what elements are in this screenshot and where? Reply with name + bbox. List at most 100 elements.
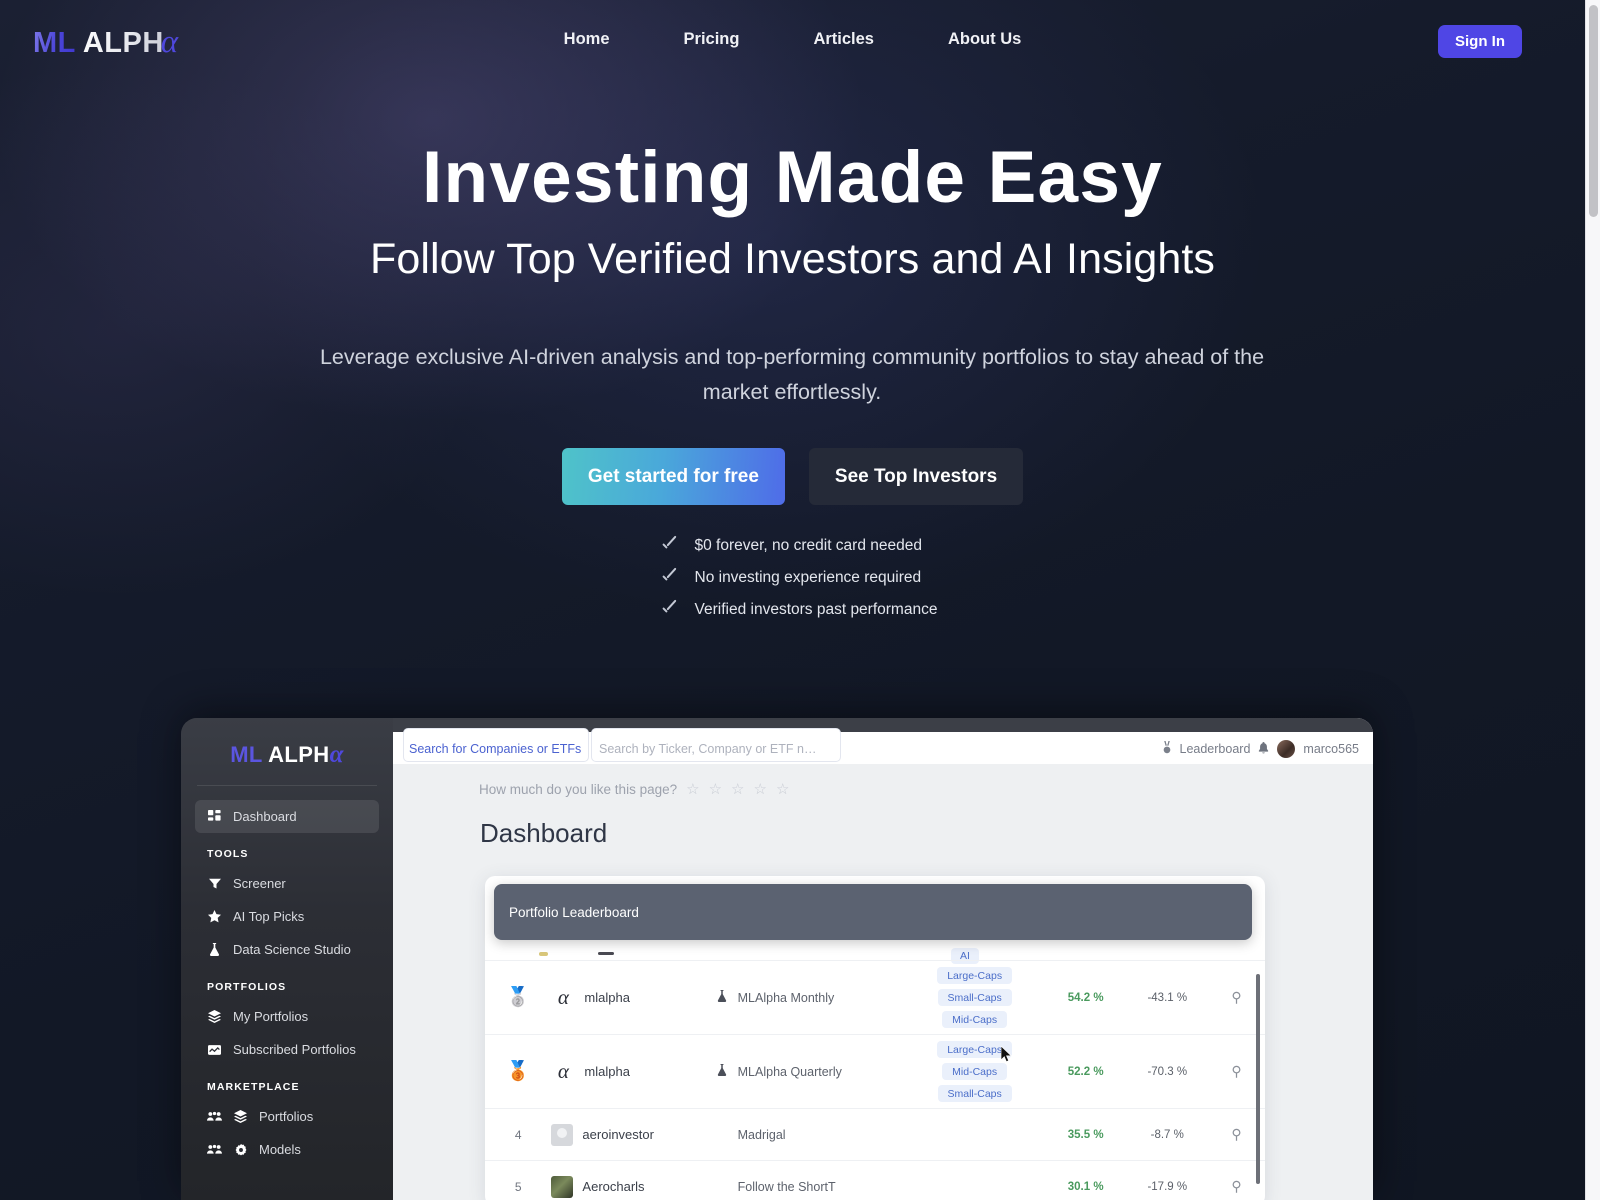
mouse-cursor bbox=[1000, 1045, 1013, 1064]
sidebar-label: Models bbox=[259, 1142, 301, 1157]
sign-in-button[interactable]: Sign In bbox=[1438, 25, 1522, 58]
sidebar-section-marketplace: MARKETPLACE bbox=[207, 1081, 300, 1093]
tag-badge: Mid-Caps bbox=[942, 1011, 1008, 1028]
rank-cell: 5 bbox=[514, 1179, 522, 1194]
leaderboard-table: AI 🥈 α mlalpha MLAlpha Monthly Large-Cap… bbox=[485, 940, 1265, 1200]
rank-cell: 4 bbox=[514, 1127, 522, 1142]
page-scrollbar[interactable] bbox=[1585, 0, 1600, 1200]
preview-sidebar: ML ALPHα Dashboard TOOLS Screener AI Top… bbox=[181, 718, 393, 1200]
tags-cell: Large-Caps Mid-Caps Small-Caps bbox=[904, 1041, 1044, 1102]
medal-icon bbox=[1162, 741, 1172, 757]
see-top-investors-button[interactable]: See Top Investors bbox=[808, 448, 1024, 505]
user-avatar[interactable] bbox=[1277, 740, 1296, 758]
table-row[interactable]: 🥉 α mlalpha MLAlpha Quarterly Large-Caps… bbox=[485, 1034, 1265, 1108]
alpha-avatar-icon: α bbox=[557, 1059, 569, 1083]
table-row[interactable]: 5 Aerocharls Follow the ShortT 30.1 % -1… bbox=[485, 1160, 1265, 1200]
rating-star[interactable]: ☆ bbox=[731, 780, 744, 798]
avatar bbox=[551, 1175, 574, 1198]
table-row[interactable]: 🥈 α mlalpha MLAlpha Monthly Large-Caps S… bbox=[485, 960, 1265, 1034]
scrollbar-thumb[interactable] bbox=[1589, 5, 1598, 217]
cta-row: Get started for free See Top Investors bbox=[0, 448, 1585, 505]
bell-icon[interactable] bbox=[1258, 741, 1269, 757]
rank-cell: 🥉 bbox=[485, 1062, 551, 1081]
rating-star[interactable]: ☆ bbox=[753, 780, 766, 798]
table-row[interactable]: 4 aeroinvestor Madrigal 35.5 % -8.7 % ⚲ bbox=[485, 1108, 1265, 1160]
feature-label: $0 forever, no credit card needed bbox=[694, 537, 922, 554]
portfolio-name: MLAlpha Monthly bbox=[737, 990, 835, 1005]
people-icon bbox=[207, 1144, 222, 1155]
preview-topbar-right: Leaderboard marco565 bbox=[1162, 740, 1359, 758]
sidebar-item-data-science-studio[interactable]: Data Science Studio bbox=[195, 933, 379, 966]
avatar bbox=[551, 1123, 574, 1146]
sidebar-item-dashboard[interactable]: Dashboard bbox=[195, 800, 379, 833]
leaderboard-link[interactable]: Leaderboard bbox=[1180, 742, 1251, 756]
preview-main: Search for Companies or ETFs Search by T… bbox=[393, 718, 1373, 1200]
search-companies-label: Search for Companies or ETFs bbox=[409, 742, 582, 756]
username: Aerocharls bbox=[582, 1179, 645, 1194]
page-rating: How much do you like this page? ☆ ☆ ☆ ☆ … bbox=[393, 780, 1373, 798]
user-cell: Aerocharls bbox=[551, 1175, 714, 1198]
sidebar-label: Data Science Studio bbox=[233, 942, 351, 957]
sidebar-label: AI Top Picks bbox=[233, 909, 305, 924]
rating-star[interactable]: ☆ bbox=[709, 780, 722, 798]
sidebar-item-ai-top-picks[interactable]: AI Top Picks bbox=[195, 900, 379, 933]
leaderboard-scrollbar[interactable] bbox=[1256, 974, 1260, 1184]
dashboard-preview: ML ALPH α Dashboard TOOLS Screener AI Top… bbox=[181, 718, 1373, 1200]
top-navigation: ML ALPHα Home Pricing Articles About Us … bbox=[0, 0, 1585, 78]
medal-bronze-icon: 🥉 bbox=[506, 1061, 531, 1082]
return-value: 35.5 % bbox=[1067, 1128, 1104, 1141]
return-value: 52.2 % bbox=[1067, 1065, 1104, 1078]
feature-label: No investing experience required bbox=[694, 569, 922, 586]
rating-star[interactable]: ☆ bbox=[686, 780, 699, 798]
feature-list: $0 forever, no credit card needed No inv… bbox=[0, 536, 1585, 620]
sidebar-item-marketplace-portfolios[interactable]: Portfolios bbox=[195, 1100, 379, 1133]
medal-silver-icon: 🥈 bbox=[506, 987, 531, 1008]
nav-link-pricing[interactable]: Pricing bbox=[647, 22, 777, 57]
rank-cell: 🥈 bbox=[485, 988, 551, 1007]
ticker-search-placeholder: Search by Ticker, Company or ETF n… bbox=[599, 742, 817, 756]
sidebar-item-my-portfolios[interactable]: My Portfolios bbox=[195, 1000, 379, 1033]
sidebar-item-marketplace-models[interactable]: Models bbox=[195, 1133, 379, 1166]
nav-link-about-us[interactable]: About Us bbox=[911, 22, 1058, 57]
flask-icon bbox=[207, 943, 222, 956]
portfolio-cell: Madrigal bbox=[715, 1128, 905, 1142]
chart-icon bbox=[207, 1044, 222, 1056]
tag-badge: Large-Caps bbox=[937, 967, 1013, 984]
portfolio-cell: Follow the ShortT bbox=[715, 1180, 905, 1194]
get-started-button[interactable]: Get started for free bbox=[561, 448, 785, 505]
sidebar-item-screener[interactable]: Screener bbox=[195, 867, 379, 900]
feature-item: $0 forever, no credit card needed bbox=[659, 536, 927, 556]
portfolio-name: Madrigal bbox=[737, 1127, 786, 1142]
sidebar-label: Portfolios bbox=[259, 1109, 314, 1124]
user-cell: α mlalpha bbox=[551, 985, 714, 1010]
layers-icon bbox=[233, 1110, 248, 1123]
star-icon bbox=[207, 910, 222, 923]
portfolio-cell: MLAlpha Monthly bbox=[715, 990, 905, 1005]
portfolio-name: MLAlpha Quarterly bbox=[737, 1064, 842, 1079]
nav-link-articles[interactable]: Articles bbox=[776, 22, 911, 57]
sidebar-label: Subscribed Portfolios bbox=[233, 1042, 356, 1057]
user-cell: aeroinvestor bbox=[551, 1123, 714, 1146]
username-label: marco565 bbox=[1303, 742, 1359, 756]
user-cell: α mlalpha bbox=[551, 1059, 714, 1084]
landing-page: ML ALPHα Home Pricing Articles About Us … bbox=[0, 0, 1600, 1200]
sidebar-item-subscribed-portfolios[interactable]: Subscribed Portfolios bbox=[195, 1033, 379, 1066]
preview-logo-ml: ML bbox=[230, 742, 263, 767]
preview-page-title: Dashboard bbox=[480, 818, 608, 848]
preview-logo-alph: ALPH bbox=[262, 742, 330, 767]
preview-search-bar: Search for Companies or ETFs Search by T… bbox=[393, 728, 1373, 764]
nav-links: Home Pricing Articles About Us bbox=[0, 0, 1585, 78]
rating-prompt: How much do you like this page? bbox=[479, 781, 678, 797]
hero-description: Leverage exclusive AI-driven analysis an… bbox=[319, 345, 1265, 404]
rating-star[interactable]: ☆ bbox=[776, 780, 789, 798]
return-value: 30.1 % bbox=[1067, 1180, 1104, 1193]
layers-icon bbox=[207, 1010, 222, 1023]
sidebar-section-tools: TOOLS bbox=[207, 848, 249, 860]
nav-link-home[interactable]: Home bbox=[527, 22, 647, 57]
sidebar-divider bbox=[197, 785, 377, 786]
hero-title: Investing Made Easy bbox=[422, 137, 1163, 218]
username: mlalpha bbox=[584, 1064, 630, 1079]
flask-icon bbox=[715, 990, 729, 1005]
drawdown-value: -8.7 % bbox=[1150, 1128, 1184, 1141]
check-icon bbox=[659, 568, 679, 588]
